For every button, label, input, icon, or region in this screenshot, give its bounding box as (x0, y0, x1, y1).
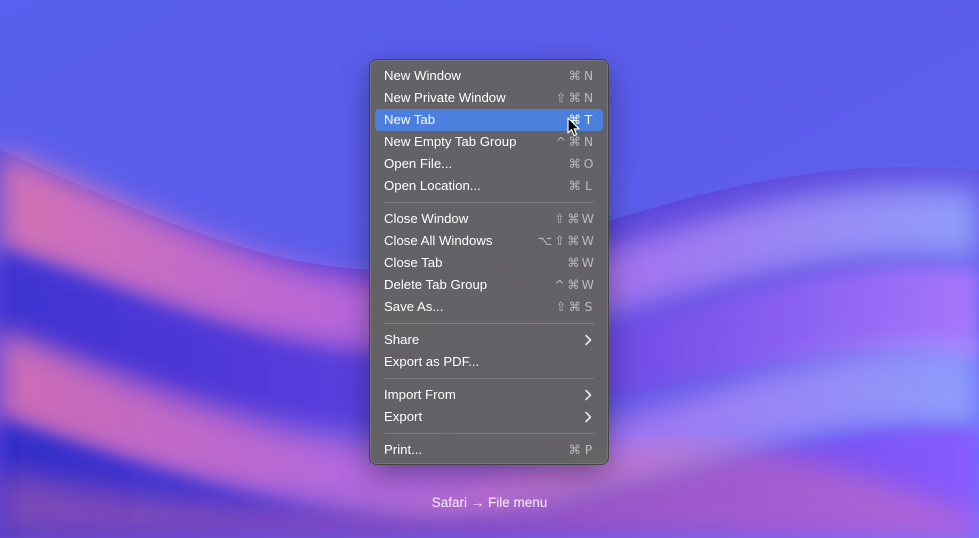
menu-item-label: Export as PDF... (384, 354, 480, 369)
shortcut-key: ^ (555, 134, 567, 149)
shortcut-key: N (583, 90, 594, 105)
menu-item-label: Delete Tab Group (384, 277, 488, 292)
shortcut-key: ^ (554, 277, 565, 292)
chevron-right-icon (585, 334, 592, 346)
menu-separator (384, 323, 594, 324)
shortcut-key: ⌘ (567, 211, 580, 226)
shortcut-key: ⌘ (568, 68, 582, 83)
menu-item-label: Save As... (384, 299, 444, 314)
menu-item-close-all-windows[interactable]: Close All Windows ⌥ ⇧ ⌘ W (375, 230, 603, 252)
caption: Safari → File menu (431, 495, 548, 510)
shortcut-key: O (583, 156, 594, 171)
shortcut-key: W (581, 211, 594, 226)
shortcut-key: ⇧ (555, 90, 567, 105)
shortcut-key: ⌘ (567, 277, 580, 292)
keyboard-shortcut: ⌘ L (569, 175, 595, 197)
shortcut-key: ⌘ (567, 255, 580, 270)
menu-item-label: Close Tab (384, 255, 443, 270)
menu-item-export-as-pdf[interactable]: Export as PDF... (375, 351, 603, 373)
keyboard-shortcut: ⌘ N (569, 65, 595, 87)
menu-item-close-window[interactable]: Close Window ⇧ ⌘ W (375, 208, 603, 230)
menu-item-delete-tab-group[interactable]: Delete Tab Group ^ ⌘ W (375, 274, 603, 296)
menu-item-label: Share (384, 332, 420, 347)
menu-item-label: New Private Window (384, 90, 506, 105)
menu-item-open-file[interactable]: Open File... ⌘ O (375, 153, 603, 175)
menu-item-label: Close All Windows (384, 233, 493, 248)
shortcut-key: W (581, 233, 594, 248)
menu-item-label: New Window (384, 68, 461, 83)
shortcut-key: W (581, 255, 594, 270)
menu-item-label: Open File... (384, 156, 453, 171)
menu-item-new-private-window[interactable]: New Private Window ⇧ ⌘ N (375, 87, 603, 109)
shortcut-key: ⌘ (567, 233, 580, 248)
menu-item-open-location[interactable]: Open Location... ⌘ L (375, 175, 603, 197)
menu-item-label: New Empty Tab Group (384, 134, 517, 149)
mouse-pointer-icon (567, 117, 580, 137)
keyboard-shortcut: ⌘ O (569, 153, 595, 175)
shortcut-key: S (584, 299, 593, 314)
menu-item-label: Close Window (384, 211, 469, 226)
keyboard-shortcut: ⇧ ⌘ S (556, 296, 595, 318)
menu-separator (384, 378, 594, 379)
menu-separator (384, 202, 594, 203)
shortcut-key: ⌘ (568, 156, 582, 171)
menu-item-new-window[interactable]: New Window ⌘ N (375, 65, 603, 87)
shortcut-key: ⇧ (554, 233, 565, 248)
keyboard-shortcut: ⌘ W (567, 252, 594, 274)
menu-item-label: Import From (384, 387, 456, 402)
menu-item-save-as[interactable]: Save As... ⇧ ⌘ S (375, 296, 603, 318)
shortcut-key: ⌥ (537, 233, 553, 248)
menu-item-label: Export (384, 409, 423, 424)
shortcut-key: T (584, 112, 593, 127)
menu-item-label: Print... (384, 442, 423, 457)
shortcut-key: N (583, 68, 594, 83)
chevron-right-icon (585, 389, 592, 401)
chevron-right-icon (585, 411, 592, 423)
keyboard-shortcut: ⌘ P (569, 439, 595, 461)
menu-separator (384, 433, 594, 434)
shortcut-key: ⇧ (555, 299, 567, 314)
shortcut-key: ⌘ (568, 442, 582, 457)
menu-item-print[interactable]: Print... ⌘ P (375, 439, 603, 461)
shortcut-key: ⌘ (568, 90, 582, 105)
shortcut-key: ⇧ (554, 211, 565, 226)
menu-item-export[interactable]: Export (375, 406, 603, 428)
shortcut-key: ⌘ (568, 299, 582, 314)
menu-item-share[interactable]: Share (375, 329, 603, 351)
shortcut-key: ⌘ (568, 178, 582, 193)
menu-item-close-tab[interactable]: Close Tab ⌘ W (375, 252, 603, 274)
shortcut-key: N (583, 134, 594, 149)
shortcut-key: L (585, 178, 592, 193)
menu-item-label: Open Location... (384, 178, 481, 193)
keyboard-shortcut: ^ ⌘ W (554, 274, 594, 296)
keyboard-shortcut: ⇧ ⌘ W (554, 208, 594, 230)
keyboard-shortcut: ⌥ ⇧ ⌘ W (538, 230, 594, 252)
menu-item-import-from[interactable]: Import From (375, 384, 603, 406)
keyboard-shortcut: ⇧ ⌘ N (556, 87, 595, 109)
menu-item-label: New Tab (384, 112, 436, 127)
shortcut-key: P (584, 442, 593, 457)
shortcut-key: W (581, 277, 594, 292)
